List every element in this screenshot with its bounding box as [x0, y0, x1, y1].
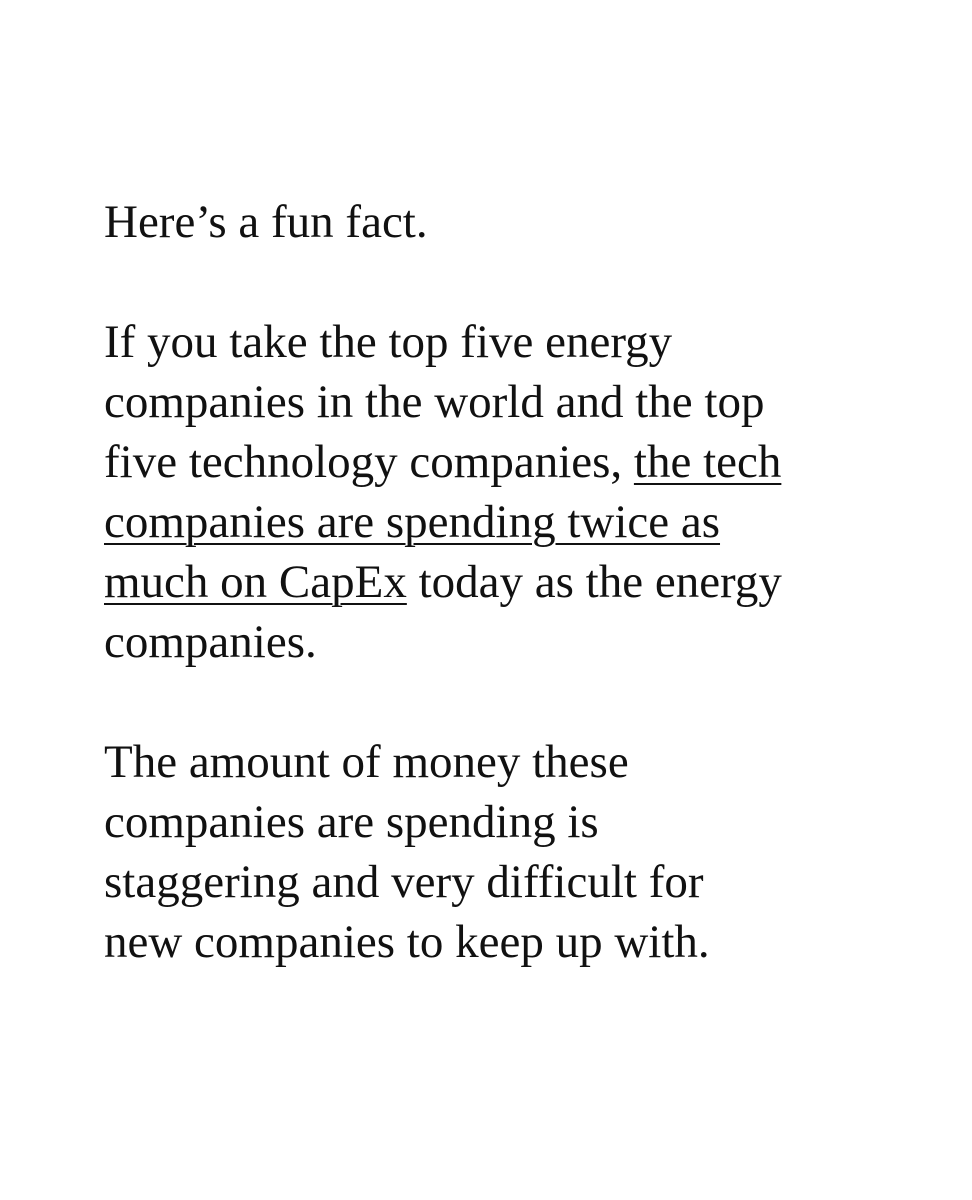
- spending-paragraph: The amount of money these companies are …: [104, 732, 894, 972]
- paragraph-line: companies are spending twice as: [104, 492, 894, 552]
- paragraph-line: If you take the top five energy: [104, 316, 673, 368]
- paragraph-text: five technology companies,: [104, 436, 634, 488]
- paragraph-line: companies in the world and the top: [104, 376, 765, 428]
- capex-source-link[interactable]: companies are spending twice as: [104, 496, 720, 548]
- capex-source-link[interactable]: the tech: [634, 436, 781, 488]
- article-body: Here’s a fun fact. If you take the top f…: [104, 192, 894, 972]
- paragraph-line: companies are spending is: [104, 796, 599, 848]
- paragraph-line: staggering and very difficult for: [104, 856, 704, 908]
- paragraph-line: much on CapEx today as the energy: [104, 552, 894, 612]
- paragraph-line: The amount of money these: [104, 736, 629, 788]
- paragraph-line: companies.: [104, 616, 317, 668]
- paragraph-text: today as the energy: [406, 556, 782, 608]
- intro-paragraph: Here’s a fun fact.: [104, 192, 894, 252]
- capex-source-link[interactable]: much on CapEx: [104, 556, 407, 608]
- page: Here’s a fun fact. If you take the top f…: [0, 0, 972, 1200]
- paragraph-line: new companies to keep up with.: [104, 916, 710, 968]
- paragraph-line: five technology companies, the tech: [104, 432, 894, 492]
- capex-paragraph: If you take the top five energy companie…: [104, 312, 894, 672]
- intro-text: Here’s a fun fact.: [104, 196, 428, 248]
